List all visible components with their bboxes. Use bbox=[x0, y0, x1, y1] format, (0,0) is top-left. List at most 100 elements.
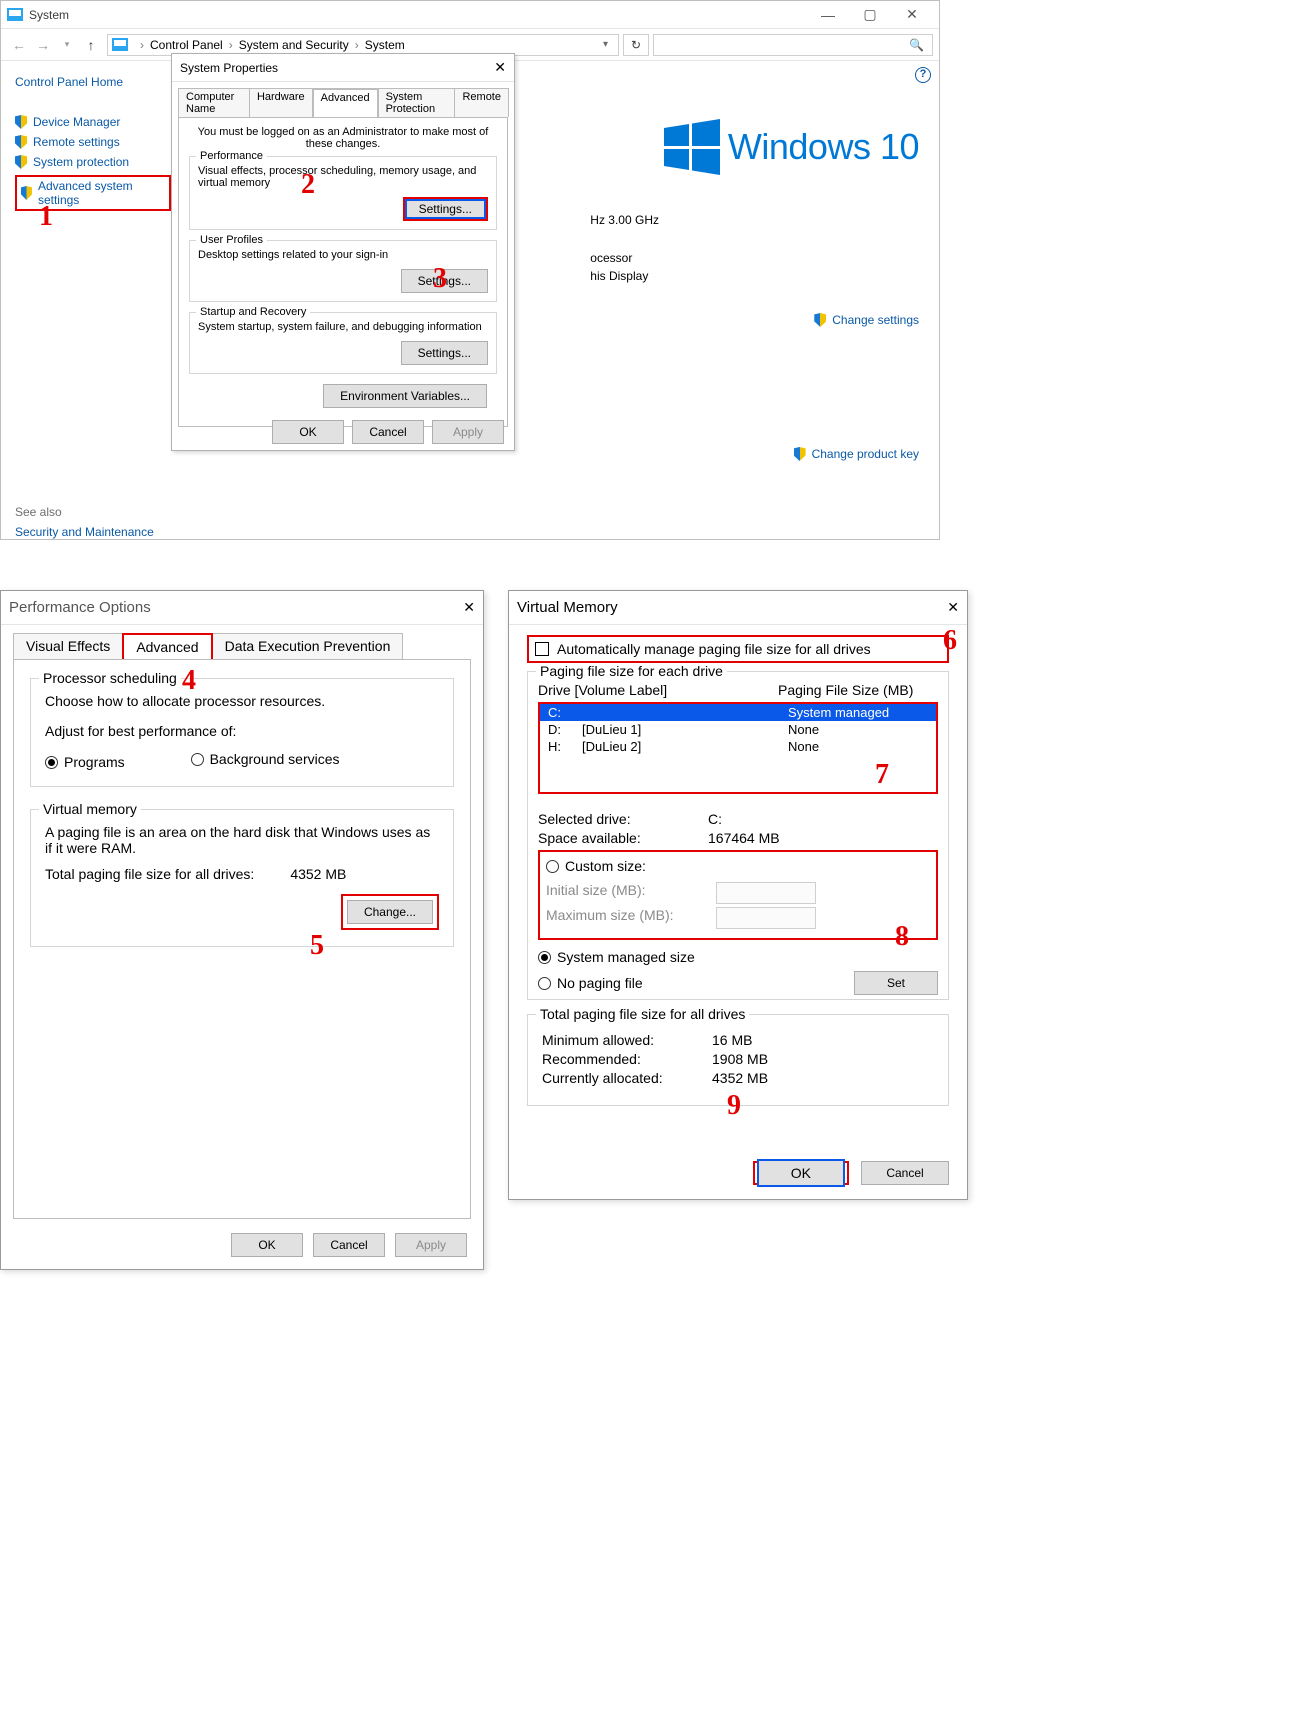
crumb-1[interactable]: System and Security bbox=[239, 38, 349, 52]
user-profiles-settings-button[interactable]: Settings... bbox=[401, 269, 488, 293]
totals-group: Total paging file size for all drives Mi… bbox=[527, 1014, 949, 1106]
address-dropdown-icon[interactable]: ▾ bbox=[597, 39, 614, 50]
tab-computer-name[interactable]: Computer Name bbox=[178, 88, 250, 117]
radio-icon bbox=[45, 756, 58, 769]
titlebar: Virtual Memory ✕ bbox=[509, 591, 967, 625]
ok-button[interactable]: OK bbox=[231, 1233, 303, 1257]
monitor-icon bbox=[7, 8, 23, 21]
user-profiles-group: User Profiles Desktop settings related t… bbox=[189, 240, 497, 302]
crumb-0[interactable]: Control Panel bbox=[150, 38, 223, 52]
radio-custom-size[interactable]: Custom size: bbox=[546, 858, 646, 874]
processor-scheduling-group: Processor scheduling Choose how to alloc… bbox=[30, 678, 454, 787]
maximum-size-input[interactable] bbox=[716, 907, 816, 929]
windows-logo: Windows 10 bbox=[664, 119, 919, 175]
shield-icon bbox=[794, 447, 806, 461]
performance-options-dialog: Performance Options ✕ Visual Effects Adv… bbox=[0, 590, 484, 1270]
refresh-button[interactable]: ↻ bbox=[623, 34, 649, 56]
windows-brand-text: Windows 10 bbox=[728, 126, 919, 168]
rec-val: 1908 MB bbox=[712, 1051, 768, 1067]
change-settings-link[interactable]: Change settings bbox=[814, 313, 919, 327]
tab-hardware[interactable]: Hardware bbox=[249, 88, 313, 117]
sidebar-item-advanced-system-settings[interactable]: Advanced system settings bbox=[15, 175, 171, 211]
shield-icon bbox=[21, 186, 32, 200]
radio-icon bbox=[538, 951, 551, 964]
shield-icon bbox=[15, 135, 27, 149]
cancel-button[interactable]: Cancel bbox=[313, 1233, 385, 1257]
radio-icon bbox=[538, 977, 551, 990]
sidebar: Control Panel Home Device Manager Remote… bbox=[1, 61, 181, 539]
security-maintenance-link[interactable]: Security and Maintenance bbox=[15, 525, 154, 539]
dialog-title: Virtual Memory bbox=[517, 599, 618, 616]
sidebar-item-label: Advanced system settings bbox=[38, 179, 165, 207]
cancel-button[interactable]: Cancel bbox=[352, 420, 424, 444]
sidebar-item-label: Device Manager bbox=[33, 115, 120, 129]
tab-visual-effects[interactable]: Visual Effects bbox=[13, 633, 123, 659]
close-button[interactable]: ✕ bbox=[947, 599, 959, 616]
initial-size-input[interactable] bbox=[716, 882, 816, 904]
ok-button[interactable]: OK bbox=[272, 420, 344, 444]
tab-advanced[interactable]: Advanced bbox=[122, 633, 212, 659]
radio-background[interactable]: Background services bbox=[191, 751, 340, 767]
tabstrip: Visual Effects Advanced Data Execution P… bbox=[1, 625, 483, 659]
drive-row-d[interactable]: D: [DuLieu 1] None bbox=[540, 721, 936, 738]
tab-panel: Processor scheduling Choose how to alloc… bbox=[13, 659, 471, 1219]
space-available-val: 167464 MB bbox=[708, 830, 780, 846]
startup-settings-button[interactable]: Settings... bbox=[401, 341, 488, 365]
tab-panel: You must be logged on as an Administrato… bbox=[178, 117, 508, 427]
help-button[interactable]: ? bbox=[915, 67, 931, 83]
change-product-key-link[interactable]: Change product key bbox=[794, 447, 919, 461]
close-button[interactable]: ✕ bbox=[891, 6, 933, 23]
sidebar-item-device-manager[interactable]: Device Manager bbox=[15, 115, 171, 129]
sidebar-item-label: System protection bbox=[33, 155, 129, 169]
radio-system-managed[interactable]: System managed size bbox=[538, 949, 695, 965]
change-button[interactable]: Change... bbox=[347, 900, 433, 924]
drive-list[interactable]: C: System managed D: [DuLieu 1] None H: … bbox=[538, 702, 938, 794]
titlebar: Performance Options ✕ bbox=[1, 591, 483, 625]
cur-val: 4352 MB bbox=[712, 1070, 768, 1086]
tab-advanced[interactable]: Advanced bbox=[312, 88, 379, 117]
drive-row-h[interactable]: H: [DuLieu 2] None bbox=[540, 738, 936, 755]
close-button[interactable]: ✕ bbox=[463, 599, 475, 616]
environment-variables-button[interactable]: Environment Variables... bbox=[323, 384, 487, 408]
auto-manage-row: Automatically manage paging file size fo… bbox=[527, 635, 949, 663]
checkbox-icon bbox=[535, 642, 549, 656]
up-button[interactable]: ↑ bbox=[79, 37, 103, 53]
sidebar-item-remote-settings[interactable]: Remote settings bbox=[15, 135, 171, 149]
shield-icon bbox=[15, 115, 27, 129]
ok-button[interactable]: OK bbox=[757, 1159, 845, 1187]
apply-button[interactable]: Apply bbox=[395, 1233, 467, 1257]
sidebar-item-system-protection[interactable]: System protection bbox=[15, 155, 171, 169]
control-panel-window: System — ▢ ✕ ← → ▾ ↑ › Control Panel › S… bbox=[0, 0, 940, 540]
radio-programs[interactable]: Programs bbox=[45, 754, 125, 770]
monitor-icon bbox=[112, 38, 128, 51]
windows-logo-icon bbox=[664, 119, 720, 175]
tab-dep[interactable]: Data Execution Prevention bbox=[212, 633, 404, 659]
performance-settings-button[interactable]: Settings... bbox=[403, 197, 488, 221]
titlebar: System — ▢ ✕ bbox=[1, 1, 939, 29]
apply-button[interactable]: Apply bbox=[432, 420, 504, 444]
minimize-button[interactable]: — bbox=[807, 7, 849, 23]
vm-total-value: 4352 MB bbox=[290, 866, 346, 882]
virtual-memory-dialog: Virtual Memory ✕ Automatically manage pa… bbox=[508, 590, 968, 1200]
tab-system-protection[interactable]: System Protection bbox=[378, 88, 456, 117]
radio-no-paging[interactable]: No paging file bbox=[538, 975, 643, 991]
performance-group: Performance Visual effects, processor sc… bbox=[189, 156, 497, 230]
control-panel-home-link[interactable]: Control Panel Home bbox=[15, 75, 171, 89]
help-icon: ? bbox=[915, 67, 931, 83]
tabstrip: Computer Name Hardware Advanced System P… bbox=[172, 82, 514, 117]
search-input[interactable]: 🔍 bbox=[653, 34, 933, 56]
maximize-button[interactable]: ▢ bbox=[849, 6, 891, 23]
recent-dropdown-icon[interactable]: ▾ bbox=[55, 39, 79, 50]
auto-manage-checkbox[interactable]: Automatically manage paging file size fo… bbox=[535, 641, 871, 657]
cancel-button[interactable]: Cancel bbox=[861, 1161, 949, 1185]
virtual-memory-group: Virtual memory A paging file is an area … bbox=[30, 809, 454, 947]
system-info-fragments: Hz 3.00 GHz ocessor his Display bbox=[590, 209, 659, 287]
tab-remote[interactable]: Remote bbox=[454, 88, 509, 117]
close-button[interactable]: ✕ bbox=[494, 59, 506, 76]
set-button[interactable]: Set bbox=[854, 971, 938, 995]
forward-button[interactable]: → bbox=[31, 37, 55, 53]
shield-icon bbox=[814, 313, 826, 327]
back-button[interactable]: ← bbox=[7, 37, 31, 53]
crumb-2[interactable]: System bbox=[365, 38, 405, 52]
drive-row-c[interactable]: C: System managed bbox=[540, 704, 936, 721]
